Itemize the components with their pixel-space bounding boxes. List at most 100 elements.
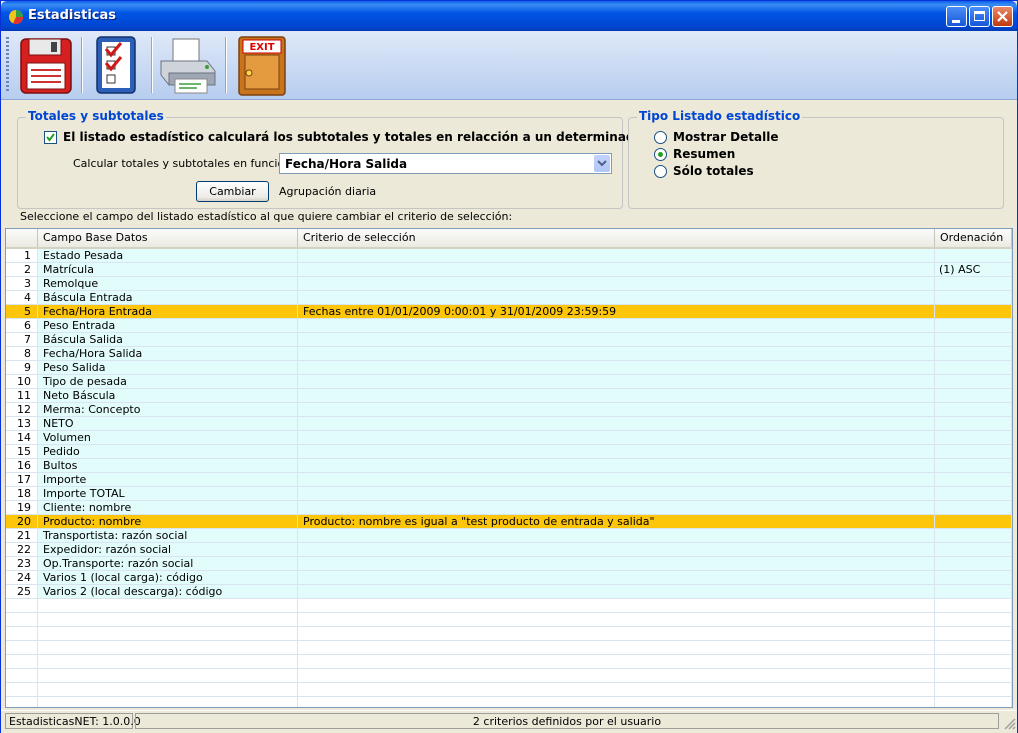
table-row[interactable]: 24 Varios 1 (local carga): código <box>6 571 1012 585</box>
field-cell[interactable]: Pedido <box>38 445 298 459</box>
table-row[interactable]: 8 Fecha/Hora Salida <box>6 347 1012 361</box>
criteria-cell[interactable] <box>298 263 935 277</box>
order-cell[interactable] <box>935 627 1012 641</box>
criteria-cell[interactable] <box>298 599 935 613</box>
table-row[interactable]: 10 Tipo de pesada <box>6 375 1012 389</box>
field-cell[interactable] <box>38 627 298 641</box>
change-button[interactable]: Cambiar <box>196 181 269 202</box>
table-row[interactable]: 22 Expedidor: razón social <box>6 543 1012 557</box>
field-cell[interactable]: Peso Salida <box>38 361 298 375</box>
criteria-cell[interactable] <box>298 347 935 361</box>
table-row[interactable] <box>6 697 1012 707</box>
criteria-cell[interactable] <box>298 571 935 585</box>
header-order[interactable]: Ordenación <box>935 229 1012 247</box>
criteria-cell[interactable] <box>298 375 935 389</box>
radio-show-detail-label[interactable]: Mostrar Detalle <box>673 130 778 144</box>
criteria-cell[interactable] <box>298 473 935 487</box>
order-cell[interactable] <box>935 529 1012 543</box>
order-cell[interactable] <box>935 697 1012 707</box>
criteria-cell[interactable] <box>298 585 935 599</box>
order-cell[interactable] <box>935 487 1012 501</box>
order-cell[interactable] <box>935 599 1012 613</box>
table-row[interactable]: 21 Transportista: razón social <box>6 529 1012 543</box>
table-row[interactable]: 2 Matrícula (1) ASC <box>6 263 1012 277</box>
criteria-cell[interactable] <box>298 389 935 403</box>
criteria-cell[interactable]: Fechas entre 01/01/2009 0:00:01 y 31/01/… <box>298 305 935 319</box>
field-cell[interactable]: Fecha/Hora Salida <box>38 347 298 361</box>
header-criteria[interactable]: Criterio de selección <box>298 229 935 247</box>
order-cell[interactable] <box>935 417 1012 431</box>
criteria-cell[interactable] <box>298 543 935 557</box>
order-cell[interactable] <box>935 431 1012 445</box>
criteria-grid[interactable]: Campo Base Datos Criterio de selección O… <box>5 228 1013 708</box>
field-cell[interactable]: Fecha/Hora Entrada <box>38 305 298 319</box>
field-cell[interactable] <box>38 641 298 655</box>
table-row[interactable]: 9 Peso Salida <box>6 361 1012 375</box>
table-row[interactable]: 18 Importe TOTAL <box>6 487 1012 501</box>
criteria-cell[interactable] <box>298 249 935 263</box>
resize-grip-icon[interactable] <box>1002 716 1016 730</box>
field-cell[interactable]: Transportista: razón social <box>38 529 298 543</box>
order-cell[interactable] <box>935 305 1012 319</box>
order-cell[interactable] <box>935 557 1012 571</box>
criteria-cell[interactable] <box>298 459 935 473</box>
criteria-cell[interactable] <box>298 431 935 445</box>
calc-field-combobox[interactable]: Fecha/Hora Salida <box>279 153 612 174</box>
order-cell[interactable] <box>935 473 1012 487</box>
table-row[interactable]: 11 Neto Báscula <box>6 389 1012 403</box>
header-field[interactable]: Campo Base Datos <box>38 229 298 247</box>
field-cell[interactable] <box>38 613 298 627</box>
field-cell[interactable]: Varios 2 (local descarga): código <box>38 585 298 599</box>
criteria-cell[interactable] <box>298 529 935 543</box>
order-cell[interactable] <box>935 389 1012 403</box>
table-row[interactable]: 16 Bultos <box>6 459 1012 473</box>
field-cell[interactable]: NETO <box>38 417 298 431</box>
field-cell[interactable]: Remolque <box>38 277 298 291</box>
table-row[interactable]: 4 Báscula Entrada <box>6 291 1012 305</box>
table-row[interactable] <box>6 613 1012 627</box>
table-row[interactable]: 14 Volumen <box>6 431 1012 445</box>
field-cell[interactable]: Bultos <box>38 459 298 473</box>
order-cell[interactable] <box>935 669 1012 683</box>
order-cell[interactable] <box>935 459 1012 473</box>
criteria-cell[interactable]: Producto: nombre es igual a "test produc… <box>298 515 935 529</box>
criteria-cell[interactable] <box>298 277 935 291</box>
order-cell[interactable] <box>935 641 1012 655</box>
order-cell[interactable] <box>935 445 1012 459</box>
table-row[interactable]: 6 Peso Entrada <box>6 319 1012 333</box>
radio-totals-only[interactable] <box>654 165 667 178</box>
title-bar[interactable]: Estadisticas <box>1 1 1017 31</box>
field-cell[interactable]: Matrícula <box>38 263 298 277</box>
radio-show-detail[interactable] <box>654 131 667 144</box>
order-cell[interactable] <box>935 613 1012 627</box>
field-cell[interactable]: Tipo de pesada <box>38 375 298 389</box>
field-cell[interactable]: Peso Entrada <box>38 319 298 333</box>
chevron-down-icon[interactable] <box>594 155 610 172</box>
field-cell[interactable]: Expedidor: razón social <box>38 543 298 557</box>
field-cell[interactable]: Varios 1 (local carga): código <box>38 571 298 585</box>
order-cell[interactable] <box>935 319 1012 333</box>
order-cell[interactable]: (1) ASC <box>935 263 1012 277</box>
header-row-number[interactable] <box>6 229 38 247</box>
order-cell[interactable] <box>935 361 1012 375</box>
subtotals-checkbox-label[interactable]: El listado estadístico calculará los sub… <box>63 130 691 144</box>
criteria-cell[interactable] <box>298 333 935 347</box>
save-button[interactable] <box>13 33 77 97</box>
criteria-cell[interactable] <box>298 641 935 655</box>
radio-totals-only-label[interactable]: Sólo totales <box>673 164 754 178</box>
toolbar-grip[interactable] <box>6 37 9 93</box>
order-cell[interactable] <box>935 347 1012 361</box>
radio-summary[interactable] <box>654 148 667 161</box>
criteria-cell[interactable] <box>298 403 935 417</box>
criteria-cell[interactable] <box>298 501 935 515</box>
criteria-cell[interactable] <box>298 557 935 571</box>
table-row[interactable] <box>6 683 1012 697</box>
field-cell[interactable]: Volumen <box>38 431 298 445</box>
radio-summary-label[interactable]: Resumen <box>673 147 735 161</box>
field-cell[interactable] <box>38 599 298 613</box>
criteria-cell[interactable] <box>298 445 935 459</box>
criteria-cell[interactable] <box>298 697 935 707</box>
order-cell[interactable] <box>935 375 1012 389</box>
criteria-cell[interactable] <box>298 319 935 333</box>
field-cell[interactable] <box>38 669 298 683</box>
